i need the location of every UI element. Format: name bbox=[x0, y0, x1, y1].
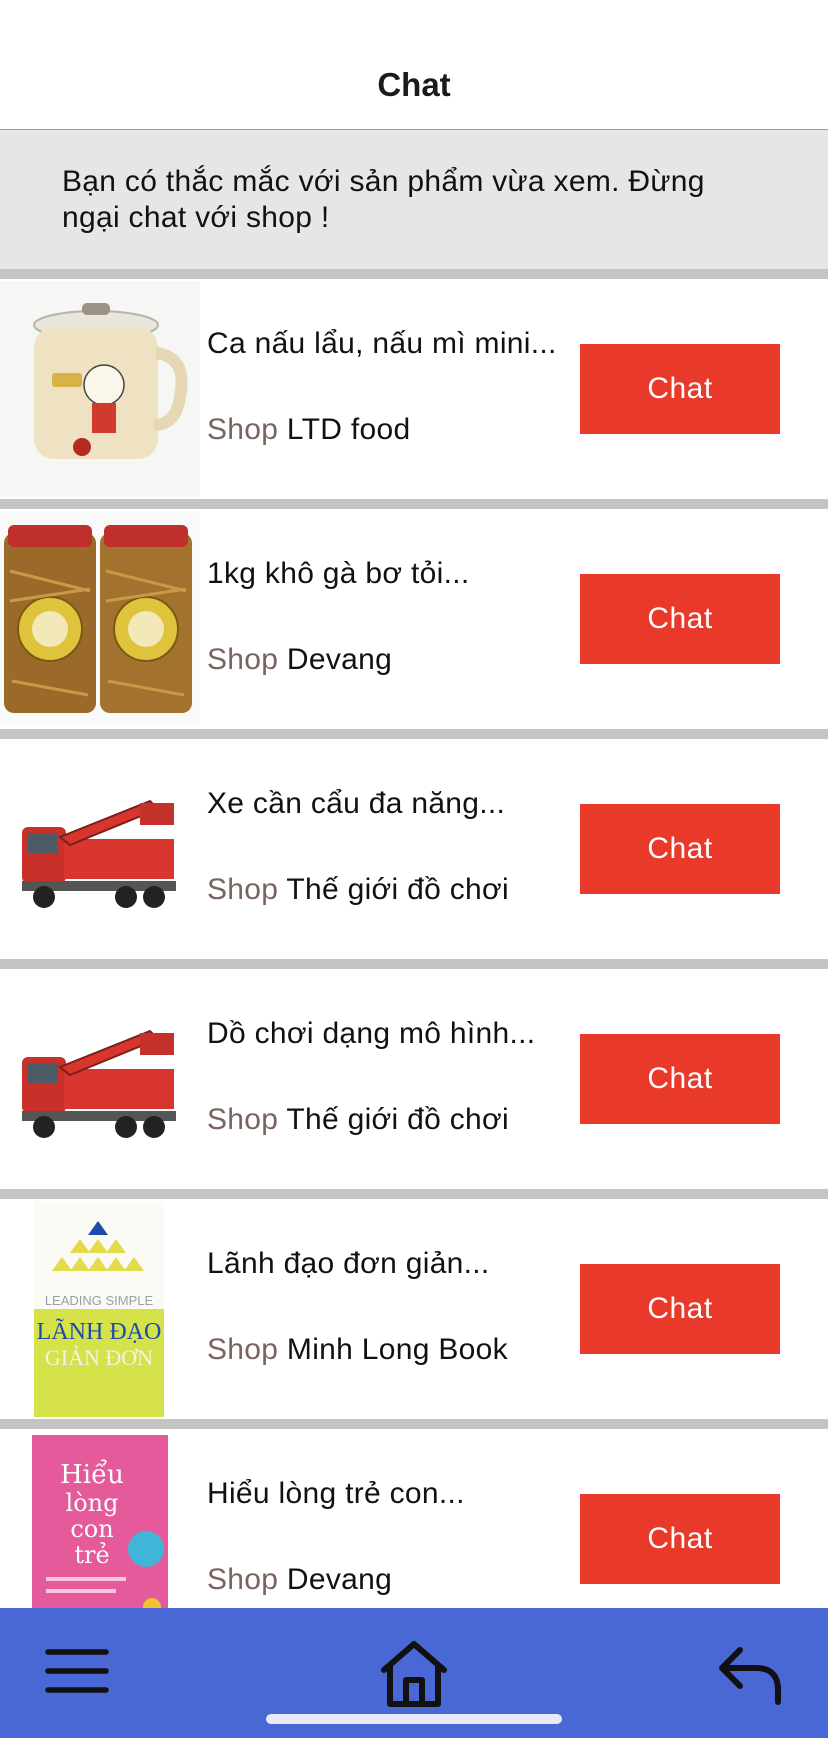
book-text: LÃNH ĐẠO bbox=[37, 1319, 162, 1345]
shop-label: Shop bbox=[207, 873, 279, 906]
product-shop[interactable]: Shop LTD food bbox=[207, 413, 410, 447]
chat-button[interactable]: Chat bbox=[580, 1494, 780, 1584]
shop-name: LTD food bbox=[286, 413, 411, 446]
separator bbox=[0, 959, 828, 969]
book-text: Hiểu bbox=[60, 1459, 124, 1490]
separator bbox=[0, 1189, 828, 1199]
product-image-electric-pot[interactable] bbox=[0, 281, 200, 497]
product-shop[interactable]: Shop Thế giới đồ chơi bbox=[207, 873, 509, 907]
back-icon[interactable] bbox=[716, 1644, 784, 1706]
chat-button[interactable]: Chat bbox=[580, 344, 780, 434]
product-name[interactable]: Xe cần cẩu đa năng... bbox=[207, 787, 577, 821]
product-shop[interactable]: Shop Devang bbox=[207, 643, 392, 677]
product-name[interactable]: Ca nấu lẩu, nấu mì mini... bbox=[207, 327, 577, 361]
home-icon[interactable] bbox=[380, 1640, 448, 1708]
chat-button[interactable]: Chat bbox=[580, 804, 780, 894]
book-text: lòng bbox=[66, 1489, 119, 1517]
product-shop[interactable]: Shop Devang bbox=[207, 1563, 392, 1597]
product-row: Xe cần cẩu đa năng... Shop Thế giới đồ c… bbox=[0, 739, 828, 959]
shop-label: Shop bbox=[207, 1333, 279, 1366]
separator bbox=[0, 499, 828, 509]
shop-name: Minh Long Book bbox=[286, 1333, 508, 1366]
chat-button[interactable]: Chat bbox=[580, 1264, 780, 1354]
separator bbox=[0, 1419, 828, 1429]
shop-name: Devang bbox=[286, 1563, 393, 1596]
shop-name: Thế giới đồ chơi bbox=[286, 873, 509, 906]
product-name[interactable]: Hiểu lòng trẻ con... bbox=[207, 1477, 577, 1511]
separator bbox=[0, 269, 828, 279]
book-text: con bbox=[70, 1515, 113, 1543]
chat-button[interactable]: Chat bbox=[580, 574, 780, 664]
shop-name: Devang bbox=[286, 643, 393, 676]
product-image-dried-chicken-jars[interactable] bbox=[0, 511, 200, 727]
header: Chat bbox=[0, 0, 828, 130]
product-name[interactable]: Dồ chơi dạng mô hình... bbox=[207, 1017, 577, 1051]
product-image-fire-truck[interactable] bbox=[0, 971, 200, 1187]
page-title: Chat bbox=[377, 66, 451, 103]
shop-label: Shop bbox=[207, 413, 279, 446]
product-image-fire-truck[interactable] bbox=[0, 741, 200, 957]
product-shop[interactable]: Shop Minh Long Book bbox=[207, 1333, 508, 1367]
shop-label: Shop bbox=[207, 643, 279, 676]
product-image-book-lanh-dao-don-gian[interactable]: LEADING SIMPLE LÃNH ĐẠO GIẢN ĐƠN bbox=[0, 1201, 200, 1417]
menu-icon[interactable] bbox=[44, 1646, 110, 1696]
product-row: Dồ chơi dạng mô hình... Shop Thế giới đồ… bbox=[0, 969, 828, 1189]
product-row: LEADING SIMPLE LÃNH ĐẠO GIẢN ĐƠN Lãnh đạ… bbox=[0, 1199, 828, 1419]
book-text: LEADING SIMPLE bbox=[45, 1293, 154, 1308]
shop-label: Shop bbox=[207, 1563, 279, 1596]
product-shop[interactable]: Shop Thế giới đồ chơi bbox=[207, 1103, 509, 1137]
home-indicator bbox=[266, 1714, 562, 1724]
product-row: Ca nấu lẩu, nấu mì mini... Shop LTD food… bbox=[0, 279, 828, 499]
book-text: GIẢN ĐƠN bbox=[45, 1345, 153, 1370]
notice-banner: Bạn có thắc mắc với sản phẩm vừa xem. Đừ… bbox=[0, 130, 828, 269]
chat-button[interactable]: Chat bbox=[580, 1034, 780, 1124]
product-row: 1kg khô gà bơ tỏi... Shop Devang Chat bbox=[0, 509, 828, 729]
product-name[interactable]: Lãnh đạo đơn giản... bbox=[207, 1247, 577, 1281]
product-name[interactable]: 1kg khô gà bơ tỏi... bbox=[207, 557, 577, 591]
shop-label: Shop bbox=[207, 1103, 279, 1136]
separator bbox=[0, 729, 828, 739]
shop-name: Thế giới đồ chơi bbox=[286, 1103, 509, 1136]
book-text: trẻ bbox=[74, 1541, 109, 1569]
